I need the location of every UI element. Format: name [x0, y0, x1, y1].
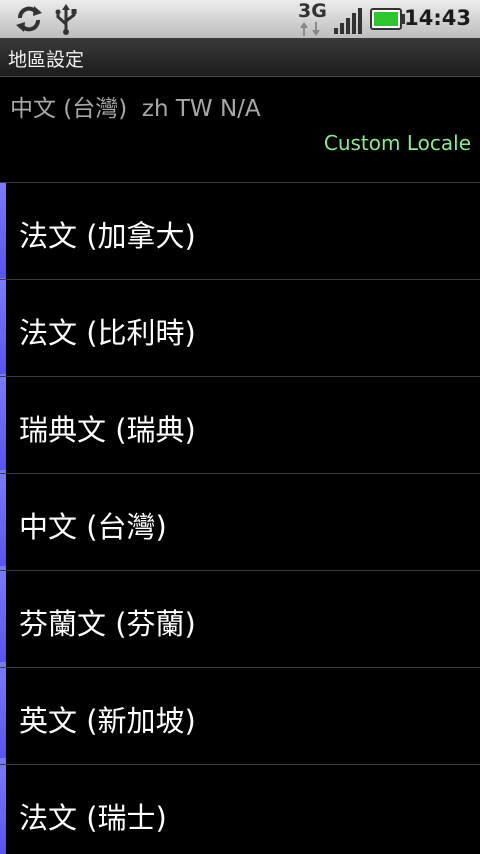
battery-icon	[370, 8, 405, 30]
page-title: 地區設定	[8, 49, 85, 71]
custom-locale-label: Custom Locale	[323, 131, 471, 155]
list-item-label: 法文 (比利時)	[19, 316, 196, 350]
list-item-label: 法文 (瑞士)	[19, 801, 167, 835]
locale-list[interactable]: 法文 (加拿大) 法文 (比利時) 瑞典文 (瑞典) 中文 (台灣) 芬蘭文 (…	[0, 182, 480, 854]
list-item-label: 法文 (加拿大)	[19, 219, 196, 253]
list-item[interactable]: 法文 (比利時)	[0, 279, 480, 375]
title-bar: 地區設定	[0, 38, 480, 77]
list-item-label: 瑞典文 (瑞典)	[19, 413, 196, 447]
signal-icon	[334, 8, 362, 34]
current-locale-text: 中文 (台灣) zh TW N/A	[10, 96, 261, 122]
list-item[interactable]: 英文 (新加坡)	[0, 667, 480, 763]
clock: 14:43	[404, 6, 471, 30]
list-item[interactable]: 法文 (加拿大)	[0, 182, 480, 278]
sync-icon	[16, 6, 42, 32]
data-arrows-icon	[300, 22, 320, 36]
list-item-label: 芬蘭文 (芬蘭)	[19, 607, 196, 641]
list-item-label: 中文 (台灣)	[19, 510, 167, 544]
current-locale-header[interactable]: 中文 (台灣) zh TW N/A Custom Locale	[0, 77, 480, 182]
list-item[interactable]: 瑞典文 (瑞典)	[0, 376, 480, 472]
list-item-label: 英文 (新加坡)	[19, 704, 196, 738]
list-item[interactable]: 法文 (瑞士)	[0, 764, 480, 854]
list-item[interactable]: 中文 (台灣)	[0, 473, 480, 569]
usb-icon	[55, 4, 77, 35]
network-type-label: 3G	[298, 0, 327, 22]
list-item[interactable]: 芬蘭文 (芬蘭)	[0, 570, 480, 666]
status-bar: 3G 14:43	[0, 0, 480, 38]
